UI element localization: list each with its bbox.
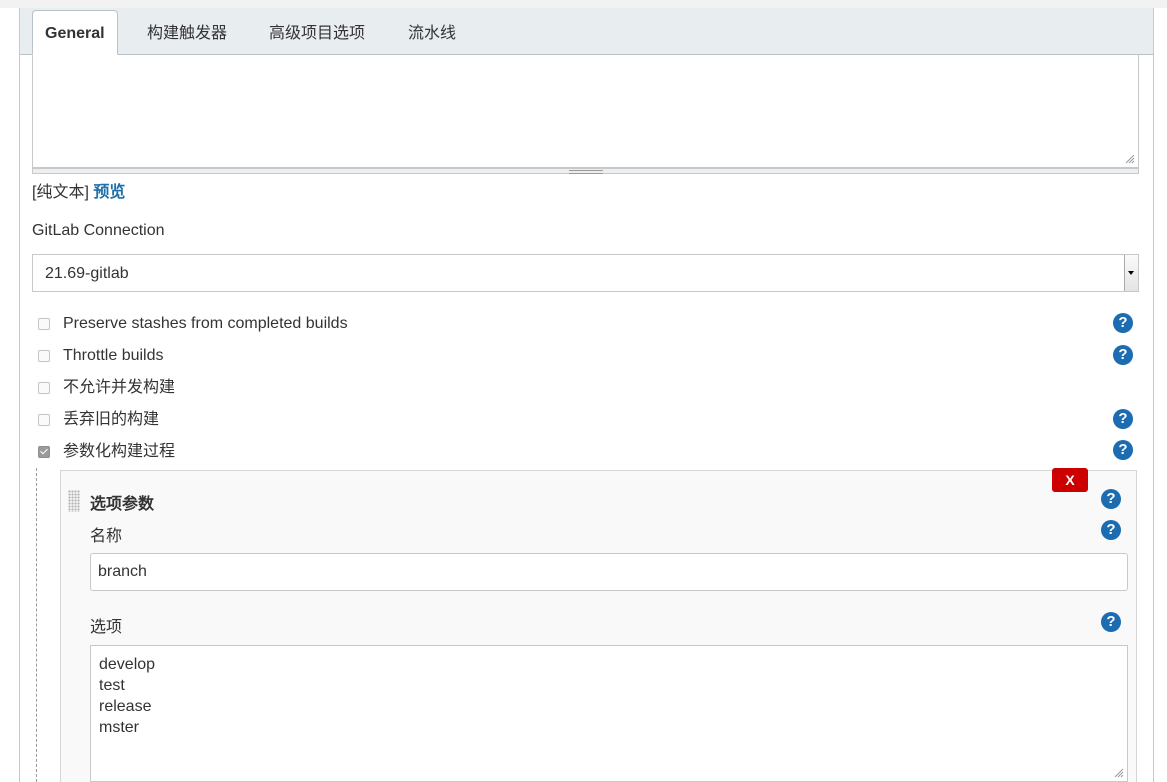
splitter-grip-icon [569,170,603,174]
preserve-stashes-label: Preserve stashes from completed builds [63,315,348,332]
nested-section-guide [36,468,37,782]
disallow-concurrent-label: 不允许并发构建 [63,379,176,396]
description-format-line: [纯文本] 预览 [32,178,125,202]
help-icon[interactable]: ? [1113,313,1133,333]
plain-text-label: [纯文本] [32,184,89,201]
help-icon[interactable]: ? [1101,612,1121,632]
help-icon[interactable]: ? [1113,345,1133,365]
choice-line: release [99,698,152,715]
delete-parameter-button[interactable]: X [1052,468,1088,492]
tab-build-triggers[interactable]: 构建触发器 [147,11,227,54]
throttle-builds-checkbox[interactable] [38,350,50,362]
choice-line: test [99,677,125,694]
parameterized-build-checkbox[interactable] [38,446,50,458]
resize-grip-icon[interactable] [1114,768,1124,778]
preview-link[interactable]: 预览 [93,184,125,201]
parameter-choices-textarea[interactable]: develop test release mster [90,645,1128,782]
tab-general[interactable]: General [32,10,118,55]
panel-border-left [19,8,20,782]
help-icon[interactable]: ? [1113,409,1133,429]
help-icon[interactable]: ? [1113,440,1133,460]
gitlab-connection-label: GitLab Connection [32,222,165,239]
help-icon[interactable]: ? [1101,520,1121,540]
parameterized-build-label: 参数化构建过程 [63,443,176,460]
disallow-concurrent-checkbox[interactable] [38,382,50,394]
discard-old-builds-checkbox[interactable] [38,414,50,426]
resize-grip-icon[interactable] [1125,154,1135,164]
gitlab-connection-value: 21.69-gitlab [45,265,129,282]
dropdown-arrow-icon[interactable] [1124,255,1138,291]
tab-advanced-project-options[interactable]: 高级项目选项 [269,11,365,54]
throttle-builds-label: Throttle builds [63,347,164,364]
parameter-type-title: 选项参数 [90,496,155,513]
description-textarea[interactable] [32,55,1139,168]
parameter-choices-label: 选项 [90,619,123,636]
gitlab-connection-select[interactable]: 21.69-gitlab [32,254,1139,292]
choice-line: mster [99,719,139,736]
config-tab-bar: General 构建触发器 高级项目选项 流水线 [20,8,1153,55]
parameter-name-input[interactable]: branch [90,553,1128,591]
help-icon[interactable]: ? [1101,489,1121,509]
drag-handle-icon[interactable] [68,490,80,512]
panel-border-right [1153,8,1154,782]
top-strip [0,0,1167,8]
choice-line: develop [99,656,156,673]
parameter-name-label: 名称 [90,528,123,545]
tab-pipeline[interactable]: 流水线 [408,11,456,54]
discard-old-builds-label: 丢弃旧的构建 [63,411,160,428]
preserve-stashes-checkbox[interactable] [38,318,50,330]
textarea-splitter[interactable] [32,168,1139,174]
